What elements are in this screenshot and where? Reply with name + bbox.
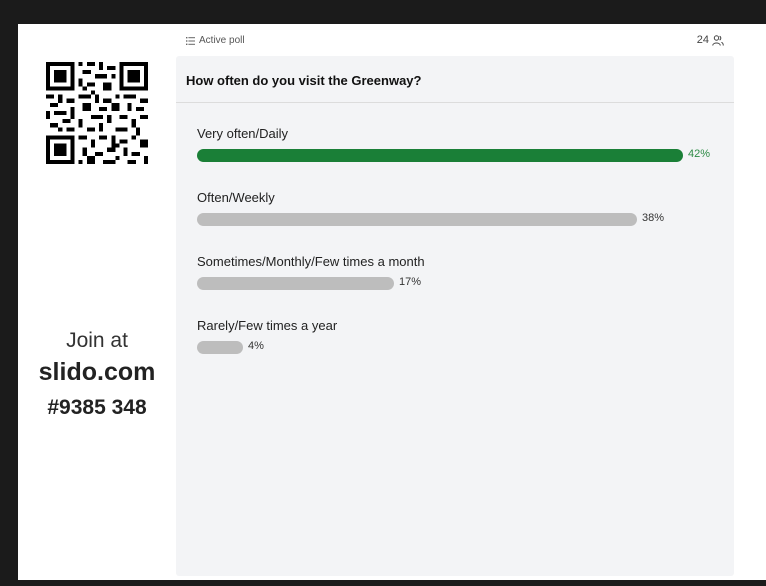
join-at-label: Join at — [66, 329, 128, 352]
result-bar — [197, 277, 394, 290]
poll-option: Rarely/Few times a year 4% — [197, 318, 727, 354]
poll-option-label: Rarely/Few times a year — [197, 318, 338, 333]
poll-option: Very often/Daily 42% — [197, 126, 727, 162]
result-bar — [197, 213, 637, 226]
active-poll-label: Active poll — [199, 35, 245, 46]
poll-option-label: Very often/Daily — [197, 126, 289, 141]
poll-option: Sometimes/Monthly/Few times a month 17% — [197, 254, 727, 290]
join-panel: Join at slido.com #9385 348 — [18, 24, 176, 580]
result-bar — [197, 341, 243, 354]
poll-question: How often do you visit the Greenway? — [186, 73, 422, 88]
poll-option-label: Sometimes/Monthly/Few times a month — [197, 254, 425, 269]
slido-screen: Join at slido.com #9385 348 Active poll … — [18, 24, 766, 580]
participant-count: 24 — [697, 34, 724, 46]
result-percent: 42% — [688, 148, 711, 160]
people-icon — [712, 34, 724, 46]
poll-option-label: Often/Weekly — [197, 190, 275, 205]
qr-code-icon — [46, 62, 148, 164]
divider — [176, 102, 734, 103]
poll-card: How often do you visit the Greenway? Ver… — [176, 56, 734, 576]
active-poll-header: Active poll — [186, 35, 245, 46]
result-percent: 17% — [399, 276, 422, 288]
result-percent: 4% — [248, 340, 264, 352]
poll-option: Often/Weekly 38% — [197, 190, 727, 226]
join-site: slido.com — [38, 358, 156, 386]
list-icon — [186, 36, 195, 45]
result-percent: 38% — [642, 212, 665, 224]
participant-count-value: 24 — [696, 34, 709, 46]
result-bar — [197, 149, 683, 162]
event-code: #9385 348 — [47, 396, 147, 419]
